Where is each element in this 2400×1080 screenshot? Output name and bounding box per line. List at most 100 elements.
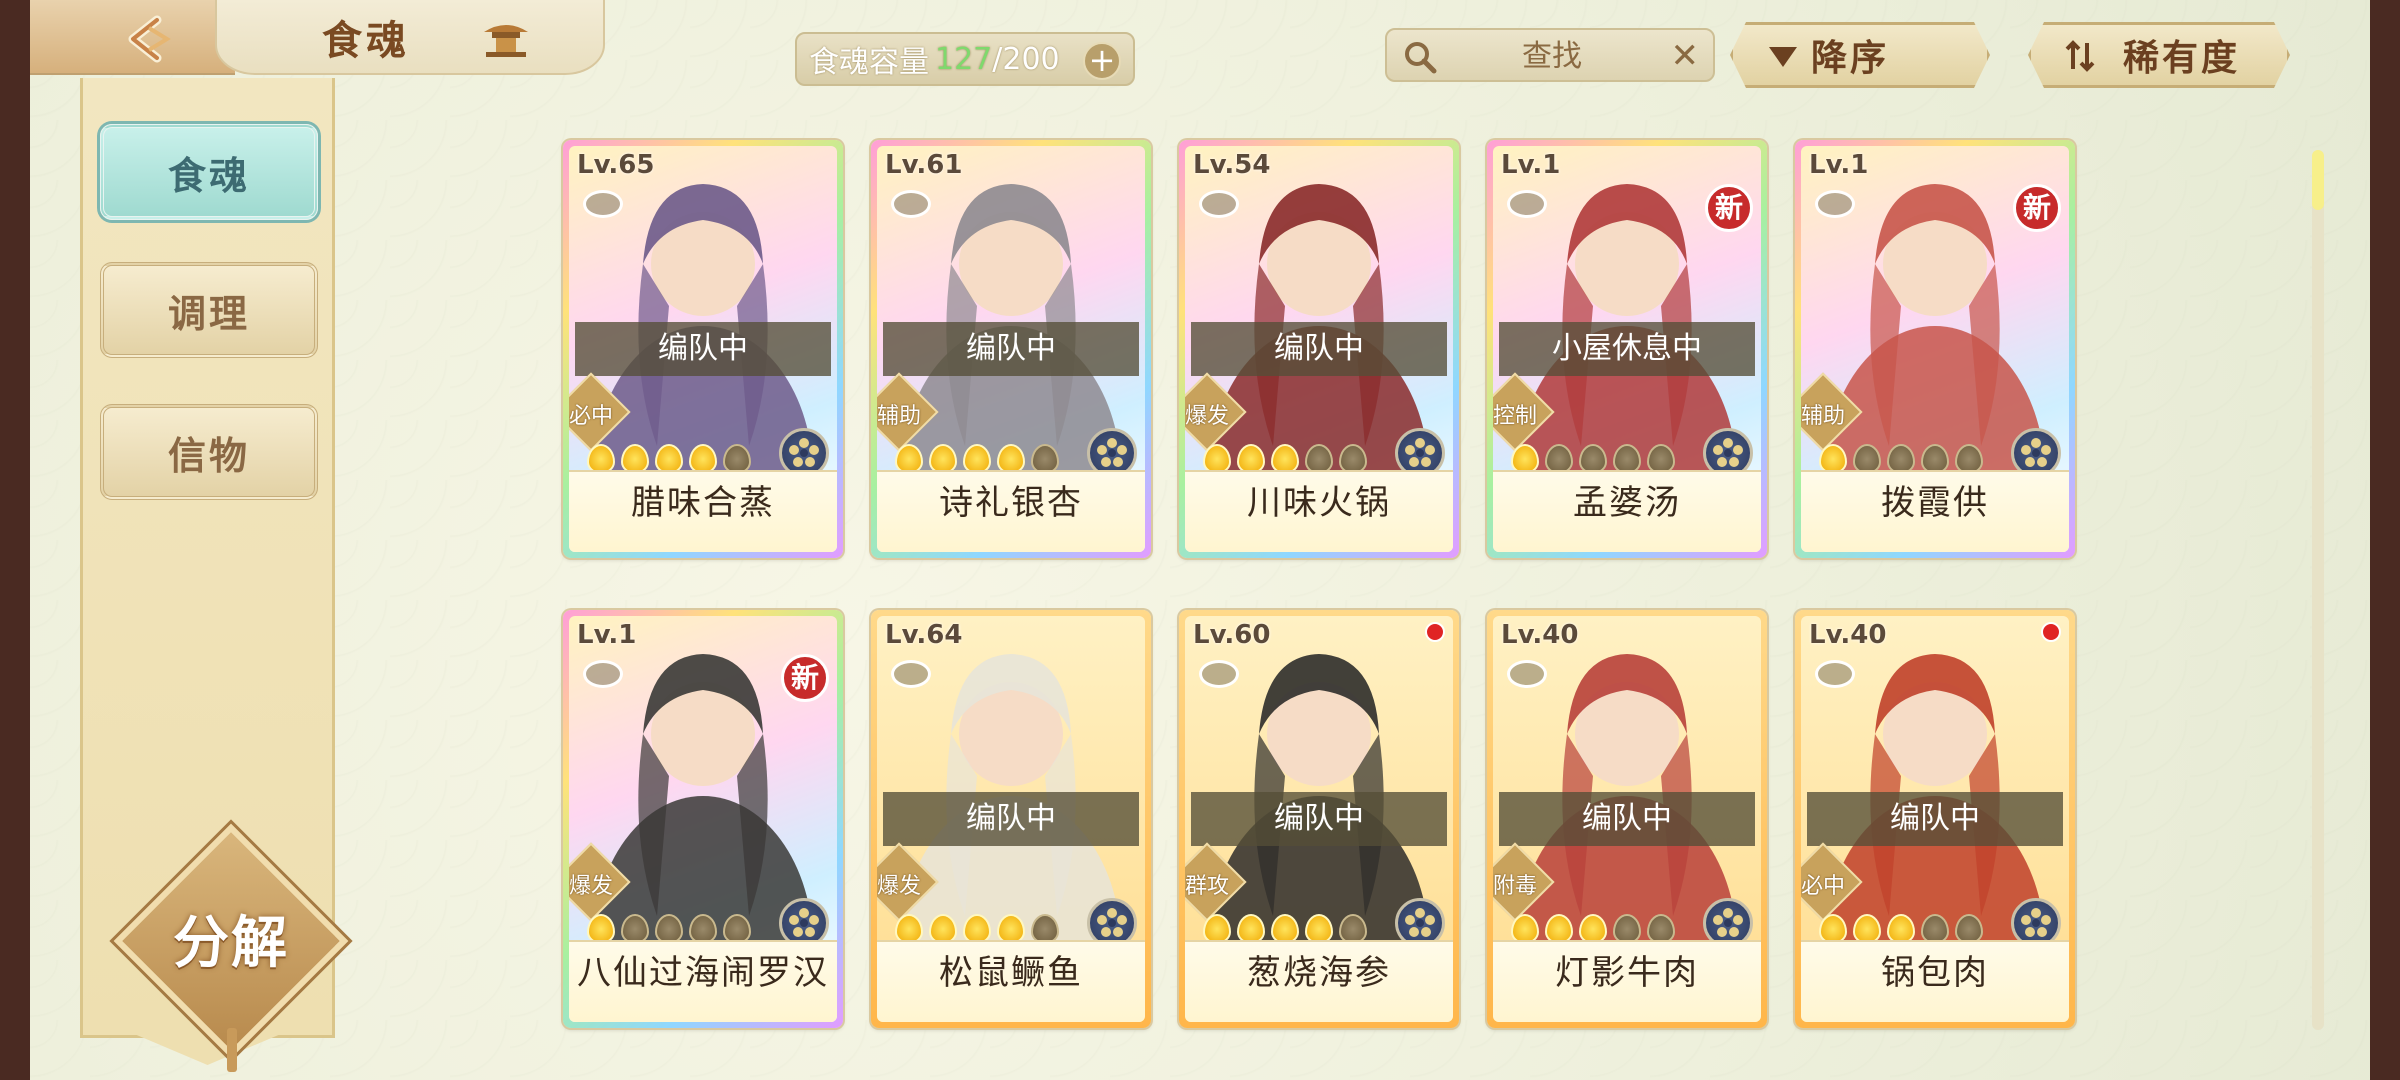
flower-icon xyxy=(1405,908,1435,937)
scrollbar-thumb[interactable] xyxy=(2312,150,2324,210)
capacity-display: 食魂容量 127 /200 + xyxy=(795,32,1135,86)
card-name: 灯影牛肉 xyxy=(1493,940,1761,1022)
card-status: 编队中 xyxy=(1807,792,2063,846)
flower-icon xyxy=(2021,908,2051,937)
ingredient-icon xyxy=(1815,660,1855,688)
search-input[interactable] xyxy=(1447,36,1657,76)
card-name: 诗礼银杏 xyxy=(877,470,1145,552)
card-status: 编队中 xyxy=(1191,792,1447,846)
food-soul-card[interactable]: Lv.1 新 辅助 拨霞供 xyxy=(1795,140,2075,558)
food-soul-card[interactable]: Lv.60 编队中 群攻 葱烧海参 xyxy=(1179,610,1459,1028)
scrollbar[interactable] xyxy=(2312,150,2324,1030)
card-level: Lv.64 xyxy=(885,620,963,650)
tassel-decoration xyxy=(227,1028,237,1072)
card-status: 编队中 xyxy=(575,322,831,376)
card-status: 编队中 xyxy=(1499,792,1755,846)
card-name: 葱烧海参 xyxy=(1185,940,1453,1022)
card-name: 川味火锅 xyxy=(1185,470,1453,552)
sidebar-item-keepsake[interactable]: 信物 xyxy=(100,404,318,500)
food-soul-card[interactable]: Lv.54 编队中 爆发 川味火锅 xyxy=(1179,140,1459,558)
new-badge: 新 xyxy=(781,654,829,702)
card-inner: Lv.65 编队中 必中 腊味合蒸 xyxy=(569,146,837,552)
card-status: 编队中 xyxy=(883,792,1139,846)
title-tab: 食魂 xyxy=(215,0,605,75)
card-inner: Lv.40 编队中 必中 锅包肉 xyxy=(1801,616,2069,1022)
card-role: 控制 xyxy=(1493,404,1537,429)
card-level: Lv.61 xyxy=(885,150,963,180)
card-role: 群攻 xyxy=(1185,874,1229,899)
card-name: 腊味合蒸 xyxy=(569,470,837,552)
sidebar-item-label: 信物 xyxy=(167,433,250,478)
ingredient-icon xyxy=(891,190,931,218)
card-status: 编队中 xyxy=(1191,322,1447,376)
food-soul-card[interactable]: Lv.40 编队中 附毒 灯影牛肉 xyxy=(1487,610,1767,1028)
sidebar-item-label: 食魂 xyxy=(167,153,250,198)
card-role: 必中 xyxy=(569,404,613,429)
new-badge: 新 xyxy=(2013,184,2061,232)
flower-icon xyxy=(2021,438,2051,467)
ingredient-icon xyxy=(1507,190,1547,218)
sort-order-label: 降序 xyxy=(1811,38,1890,79)
food-soul-card[interactable]: Lv.64 编队中 爆发 松鼠鳜鱼 xyxy=(871,610,1151,1028)
food-soul-card[interactable]: Lv.1 新 爆发 八仙过海闹罗汉 xyxy=(563,610,843,1028)
card-inner: Lv.1 新 小屋休息中 控制 孟婆汤 xyxy=(1493,146,1761,552)
add-capacity-button[interactable]: + xyxy=(1083,42,1121,80)
pavilion-icon xyxy=(484,25,528,57)
capacity-current: 127 xyxy=(935,41,993,77)
card-name: 锅包肉 xyxy=(1801,940,2069,1022)
card-role: 必中 xyxy=(1801,874,1845,899)
card-name: 拨霞供 xyxy=(1801,470,2069,552)
flower-icon xyxy=(1713,438,1743,467)
card-level: Lv.1 xyxy=(577,620,637,650)
capacity-label: 食魂容量 xyxy=(809,45,929,80)
sidebar-item-recipe[interactable]: 调理 xyxy=(100,262,318,358)
home-button[interactable] xyxy=(480,16,532,60)
notification-dot xyxy=(1425,622,1445,642)
card-inner: Lv.1 新 辅助 拨霞供 xyxy=(1801,146,2069,552)
capacity-max: /200 xyxy=(992,41,1060,77)
rarity-label: 稀有度 xyxy=(2123,38,2241,79)
flower-icon xyxy=(789,438,819,467)
clear-search-icon[interactable]: ✕ xyxy=(1671,36,1700,76)
rarity-filter-button[interactable]: 稀有度 xyxy=(2028,22,2290,88)
card-status: 小屋休息中 xyxy=(1499,322,1755,376)
card-role: 附毒 xyxy=(1493,874,1537,899)
card-level: Lv.40 xyxy=(1501,620,1579,650)
ingredient-icon xyxy=(583,660,623,688)
card-level: Lv.54 xyxy=(1193,150,1271,180)
search-box: ✕ xyxy=(1385,28,1715,82)
card-role: 辅助 xyxy=(877,404,921,429)
swap-icon xyxy=(2061,39,2101,73)
ingredient-icon xyxy=(1507,660,1547,688)
card-inner: Lv.60 编队中 群攻 葱烧海参 xyxy=(1185,616,1453,1022)
decompose-label: 分解 xyxy=(173,911,289,976)
card-inner: Lv.64 编队中 爆发 松鼠鳜鱼 xyxy=(877,616,1145,1022)
ingredient-icon xyxy=(583,190,623,218)
flower-icon xyxy=(1713,908,1743,937)
triangle-down-icon xyxy=(1763,39,1803,73)
card-role: 辅助 xyxy=(1801,404,1845,429)
card-inner: Lv.40 编队中 附毒 灯影牛肉 xyxy=(1493,616,1761,1022)
back-arrow-icon xyxy=(128,15,171,63)
card-inner: Lv.54 编队中 爆发 川味火锅 xyxy=(1185,146,1453,552)
card-level: Lv.60 xyxy=(1193,620,1271,650)
new-badge: 新 xyxy=(1705,184,1753,232)
card-level: Lv.1 xyxy=(1809,150,1869,180)
card-inner: Lv.1 新 爆发 八仙过海闹罗汉 xyxy=(569,616,837,1022)
ingredient-icon xyxy=(1815,190,1855,218)
food-soul-card[interactable]: Lv.40 编队中 必中 锅包肉 xyxy=(1795,610,2075,1028)
food-soul-card[interactable]: Lv.1 新 小屋休息中 控制 孟婆汤 xyxy=(1487,140,1767,558)
card-name: 松鼠鳜鱼 xyxy=(877,940,1145,1022)
flower-icon xyxy=(1097,438,1127,467)
food-soul-card[interactable]: Lv.65 编队中 必中 腊味合蒸 xyxy=(563,140,843,558)
card-level: Lv.65 xyxy=(577,150,655,180)
sort-order-button[interactable]: 降序 xyxy=(1730,22,1990,88)
search-icon xyxy=(1405,42,1437,74)
food-soul-card[interactable]: Lv.61 编队中 辅助 诗礼银杏 xyxy=(871,140,1151,558)
sidebar-item-food-soul[interactable]: 食魂 xyxy=(100,124,318,220)
card-role: 爆发 xyxy=(877,874,921,899)
card-role: 爆发 xyxy=(1185,404,1229,429)
card-inner: Lv.61 编队中 辅助 诗礼银杏 xyxy=(877,146,1145,552)
back-button[interactable] xyxy=(118,14,180,64)
card-name: 八仙过海闹罗汉 xyxy=(569,940,837,1022)
